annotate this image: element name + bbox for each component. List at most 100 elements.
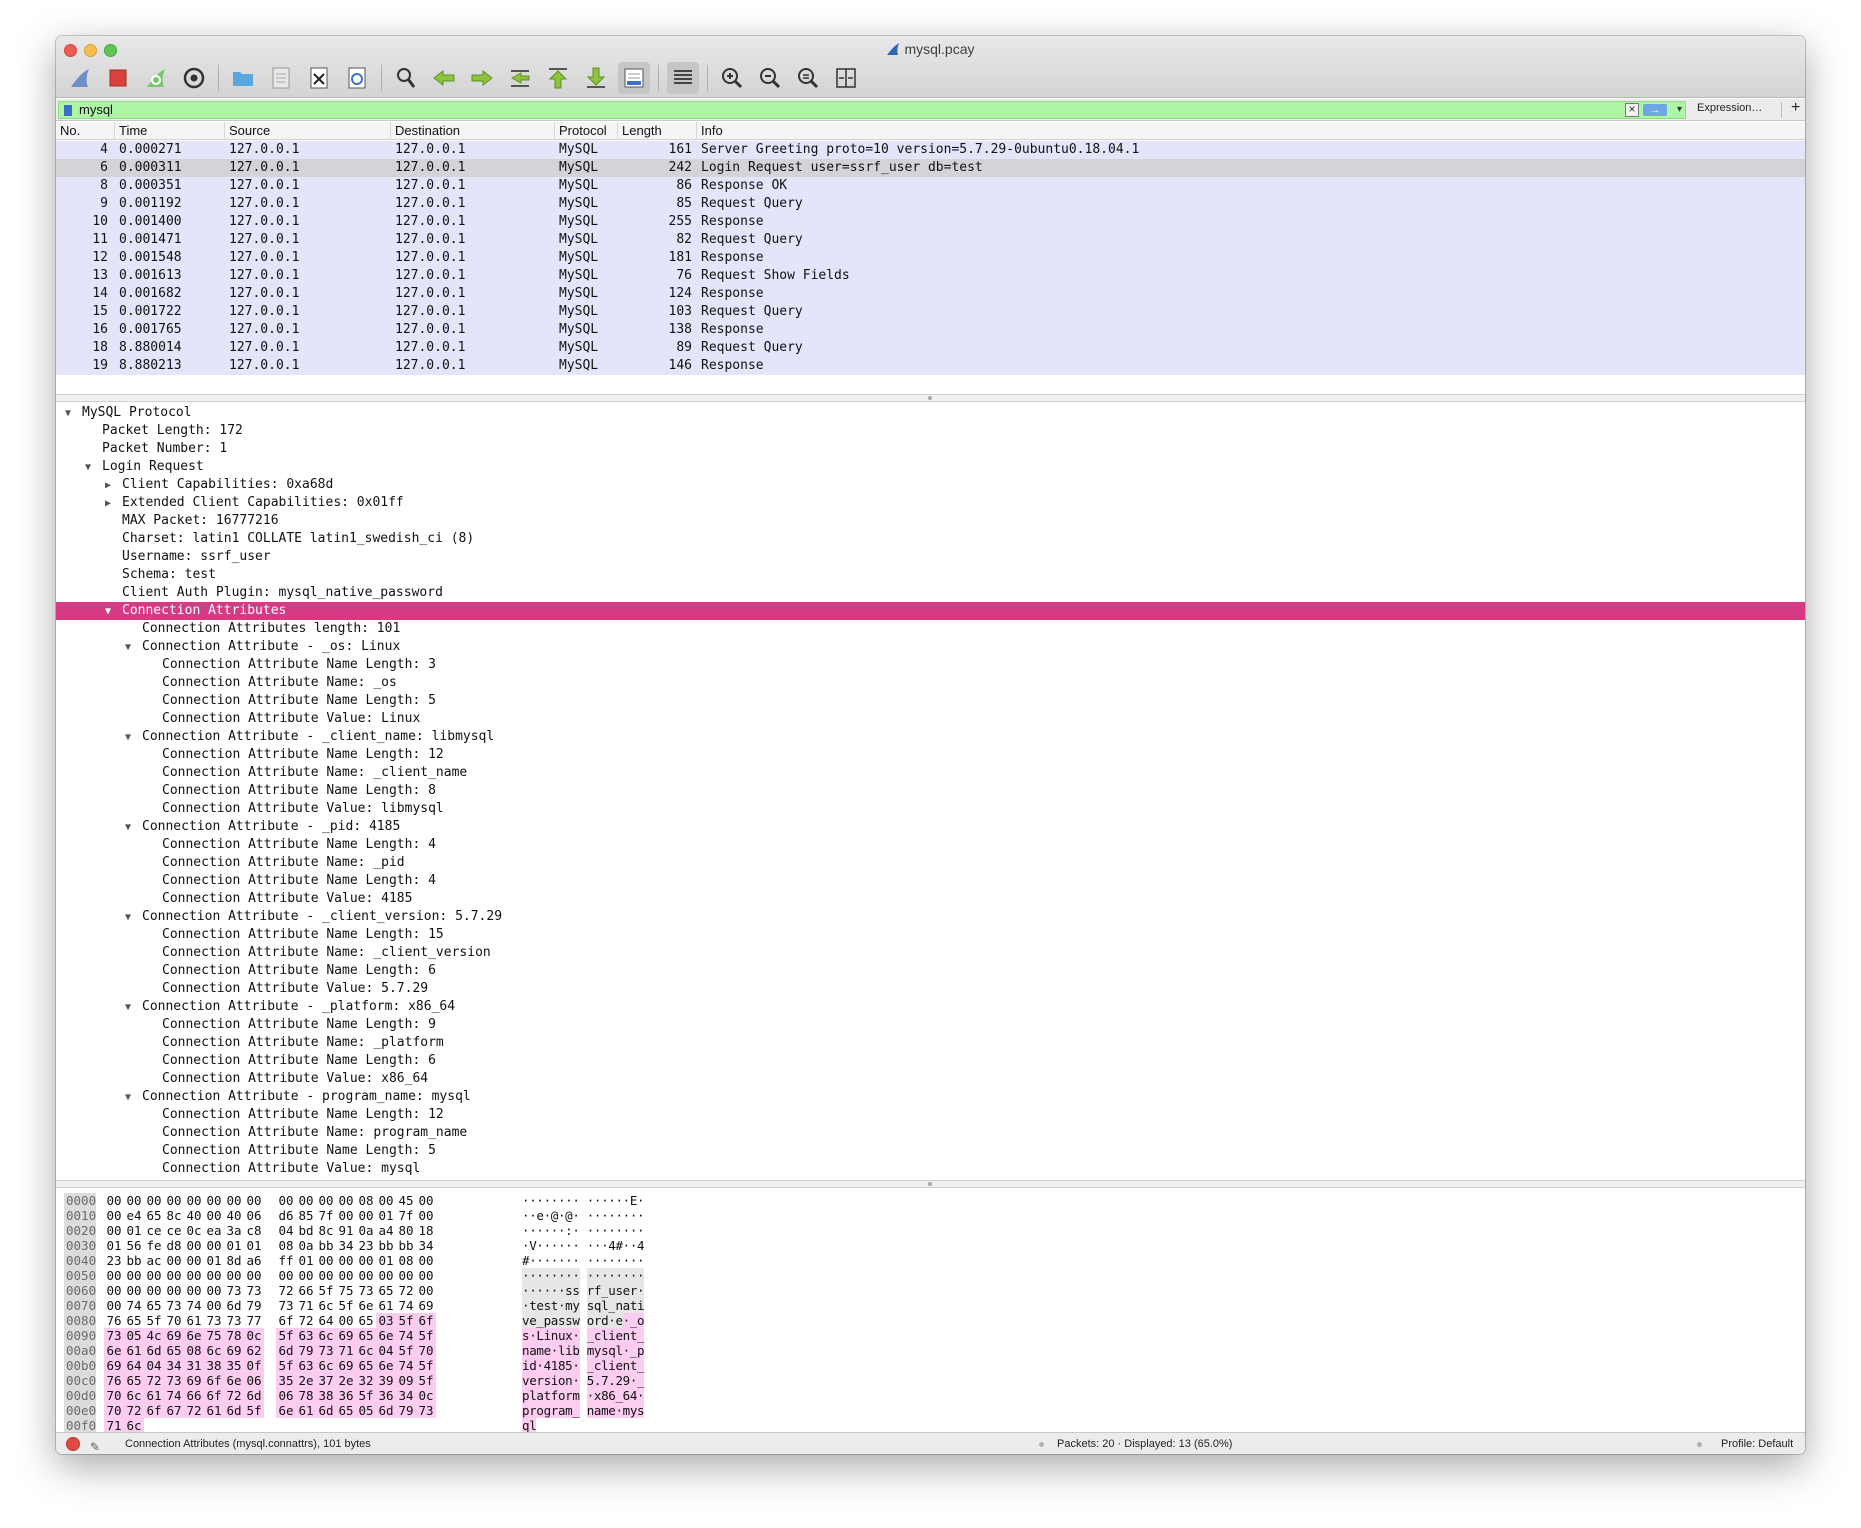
hex-byte[interactable]: 00 (336, 1253, 356, 1268)
hex-byte[interactable]: 23 (356, 1238, 376, 1253)
packet-row[interactable]: 10 0.001400 127.0.0.1 127.0.0.1 MySQL 255 Resp… (56, 213, 1805, 231)
hex-byte[interactable]: 5f (416, 1358, 436, 1373)
hex-byte[interactable]: 00 (144, 1283, 164, 1298)
detail-tree-item[interactable]: ▶ Extended Client Capabilities: 0x01ff (56, 494, 1805, 512)
detail-tree-item[interactable]: ▼ Connection Attribute - _platform: x86_6… (56, 998, 1805, 1016)
hex-ascii[interactable]: ······ss rf_user· (522, 1283, 645, 1298)
hex-byte[interactable]: 69 (336, 1328, 356, 1343)
hex-byte[interactable]: 6d (276, 1343, 296, 1358)
hex-byte[interactable]: 6e (276, 1403, 296, 1418)
hex-ascii[interactable]: ······:· ········ (522, 1223, 645, 1238)
hex-byte[interactable]: ce (164, 1223, 184, 1238)
hex-byte[interactable]: bb (396, 1238, 416, 1253)
zoom-in-icon[interactable] (716, 62, 748, 94)
start-capture-icon[interactable] (64, 62, 96, 94)
hex-byte[interactable]: 5f (276, 1358, 296, 1373)
hex-byte[interactable]: 00 (104, 1298, 124, 1313)
hex-byte[interactable]: 66 (296, 1283, 316, 1298)
hex-byte[interactable]: 00 (124, 1268, 144, 1283)
hex-byte[interactable]: 00 (104, 1283, 124, 1298)
hex-byte[interactable]: 76 (104, 1313, 124, 1328)
hex-byte[interactable]: 5f (356, 1388, 376, 1403)
hex-byte[interactable]: 74 (396, 1358, 416, 1373)
detail-tree-item[interactable]: Connection Attribute Name: _pid (56, 854, 1805, 872)
go-to-packet-icon[interactable] (504, 62, 536, 94)
hex-byte[interactable]: 00 (164, 1193, 184, 1208)
hex-byte[interactable]: 56 (124, 1238, 144, 1253)
hex-byte[interactable]: 00 (276, 1268, 296, 1283)
hex-byte[interactable]: 71 (296, 1298, 316, 1313)
detail-tree-item[interactable]: Connection Attribute Name Length: 15 (56, 926, 1805, 944)
hex-byte[interactable]: 5f (416, 1373, 436, 1388)
hex-byte[interactable]: ea (204, 1223, 224, 1238)
hex-byte[interactable]: 61 (376, 1298, 396, 1313)
packet-row[interactable]: 12 0.001548 127.0.0.1 127.0.0.1 MySQL 181 Resp… (56, 249, 1805, 267)
hex-byte[interactable]: 00 (224, 1193, 244, 1208)
hex-byte[interactable]: 0a (356, 1223, 376, 1238)
hex-byte[interactable]: 74 (184, 1298, 204, 1313)
go-first-icon[interactable] (542, 62, 574, 94)
packet-row[interactable]: 9 0.001192 127.0.0.1 127.0.0.1 MySQL 85 Reques… (56, 195, 1805, 213)
hex-byte[interactable]: 5f (416, 1328, 436, 1343)
hex-ascii[interactable]: ··e·@·@· ········ (522, 1208, 645, 1223)
hex-byte[interactable]: 69 (104, 1358, 124, 1373)
add-filter-button[interactable]: + (1791, 99, 1800, 117)
hex-byte[interactable]: 6c (316, 1298, 336, 1313)
hex-byte[interactable]: 36 (376, 1388, 396, 1403)
detail-tree-item[interactable]: Username: ssrf_user (56, 548, 1805, 566)
col-header-info[interactable]: Info (697, 122, 1805, 140)
hex-byte[interactable]: 6c (316, 1328, 336, 1343)
hex-byte[interactable]: 6d (376, 1403, 396, 1418)
hex-byte[interactable]: 72 (296, 1313, 316, 1328)
hex-byte[interactable]: 00 (316, 1268, 336, 1283)
detail-tree-item[interactable]: ▼ MySQL Protocol (56, 404, 1805, 422)
expert-info-icon[interactable] (66, 1437, 80, 1451)
hex-byte[interactable]: 4c (144, 1328, 164, 1343)
detail-tree-item[interactable]: Packet Number: 1 (56, 440, 1805, 458)
hex-byte[interactable]: 00 (204, 1193, 224, 1208)
hex-byte[interactable]: 73 (244, 1283, 264, 1298)
hex-byte[interactable]: 6f (204, 1388, 224, 1403)
hex-byte[interactable]: 35 (224, 1358, 244, 1373)
capture-options-icon[interactable] (178, 62, 210, 94)
hex-byte[interactable]: 04 (376, 1343, 396, 1358)
hex-byte[interactable]: d8 (164, 1238, 184, 1253)
detail-tree-item[interactable]: Connection Attribute Value: libmysql (56, 800, 1805, 818)
detail-tree-item[interactable]: Connection Attribute Name Length: 12 (56, 1106, 1805, 1124)
hex-byte[interactable]: 45 (396, 1193, 416, 1208)
expanded-triangle-icon[interactable]: ▼ (122, 729, 134, 747)
restart-capture-icon[interactable] (140, 62, 172, 94)
hex-byte[interactable]: 6e (104, 1343, 124, 1358)
hex-byte[interactable]: 34 (164, 1358, 184, 1373)
hex-byte[interactable]: 80 (396, 1223, 416, 1238)
hex-byte[interactable]: 00 (244, 1268, 264, 1283)
hex-byte[interactable]: 6d (244, 1388, 264, 1403)
hex-byte[interactable]: fe (144, 1238, 164, 1253)
hex-byte[interactable]: 01 (124, 1223, 144, 1238)
hex-byte[interactable]: 64 (124, 1358, 144, 1373)
hex-byte[interactable]: 73 (276, 1298, 296, 1313)
hex-byte[interactable]: 00 (336, 1208, 356, 1223)
detail-tree-item[interactable]: Connection Attribute Name: _os (56, 674, 1805, 692)
hex-byte[interactable]: 5f (316, 1283, 336, 1298)
hex-byte[interactable]: 6e (376, 1358, 396, 1373)
hex-byte[interactable]: 70 (104, 1403, 124, 1418)
hex-byte[interactable]: 00 (276, 1193, 296, 1208)
hex-byte[interactable]: 61 (184, 1313, 204, 1328)
hex-byte[interactable]: 00 (316, 1193, 336, 1208)
hex-byte[interactable]: ce (144, 1223, 164, 1238)
hex-byte[interactable]: 6c (124, 1388, 144, 1403)
hex-byte[interactable]: e4 (124, 1208, 144, 1223)
hex-byte[interactable]: 79 (396, 1403, 416, 1418)
hex-byte[interactable]: bb (376, 1238, 396, 1253)
detail-tree-item[interactable]: Connection Attribute Name Length: 12 (56, 746, 1805, 764)
profile-selector[interactable]: Profile: Default (1721, 1433, 1793, 1454)
hex-byte[interactable]: 40 (184, 1208, 204, 1223)
hex-ascii[interactable]: ve_passw ord·e·_o (522, 1313, 645, 1328)
hex-byte[interactable]: 00 (204, 1208, 224, 1223)
hex-byte[interactable]: 73 (164, 1373, 184, 1388)
hex-byte[interactable]: 65 (356, 1328, 376, 1343)
detail-tree-item[interactable]: Connection Attribute Name Length: 6 (56, 962, 1805, 980)
hex-byte[interactable]: bd (296, 1223, 316, 1238)
reload-file-icon[interactable] (341, 62, 373, 94)
